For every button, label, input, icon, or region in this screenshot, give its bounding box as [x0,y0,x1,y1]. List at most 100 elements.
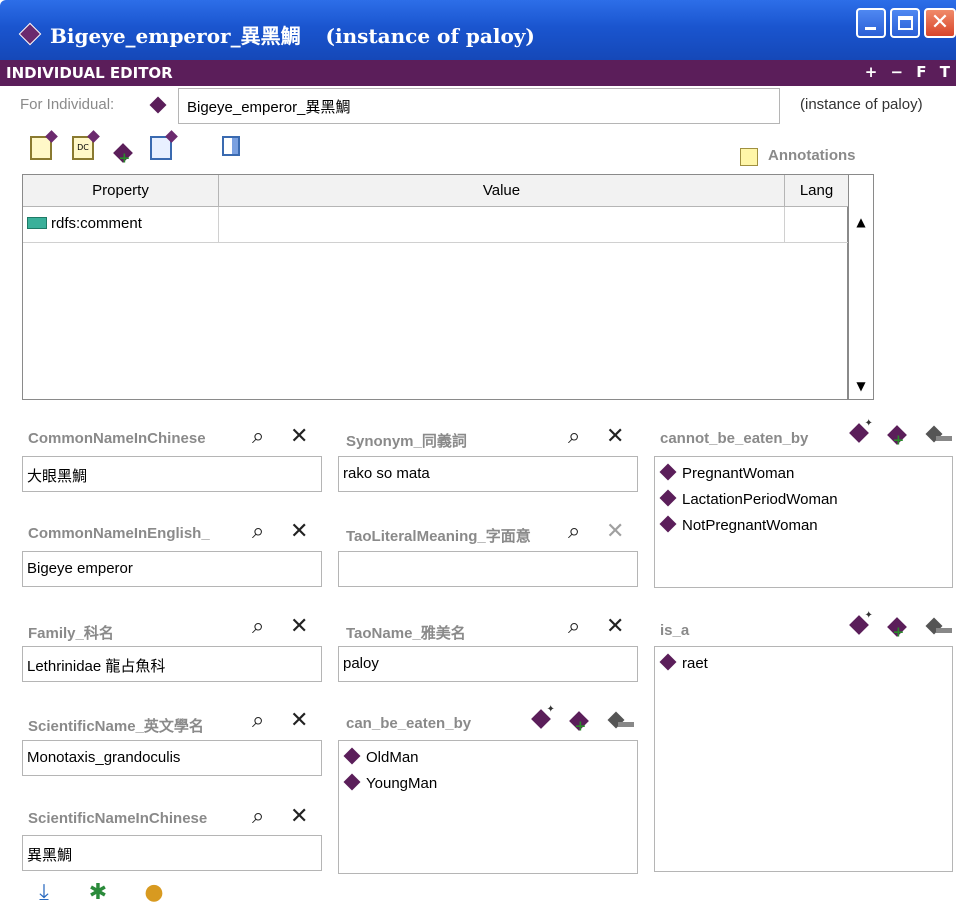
create-instance-icon[interactable] [531,709,551,729]
scientific-name-chinese-label: ScientificNameInChinese [28,810,208,827]
can-be-eaten-by-label: can_be_eaten_by [346,715,472,732]
scientific-name-field[interactable]: Monotaxis_grandoculis [22,740,322,776]
bug-icon[interactable]: ✱ [84,880,112,908]
is-a-label: is_a [660,622,690,639]
tao-name-field[interactable]: paloy [338,646,638,682]
table-row[interactable]: rdfs:comment [23,207,848,243]
individual-diamond-icon [149,96,167,114]
column-header-property[interactable]: Property [23,175,219,207]
create-instance-icon[interactable] [849,423,869,443]
window-title: Bigeye_emperor_異黑鯛 (instance of paloy) [50,20,535,49]
column-toggle-button[interactable] [222,136,248,162]
lang-cell[interactable] [785,207,849,243]
table-scrollbar[interactable]: ▲ ▼ [848,174,874,400]
create-datatype-icon: DC [72,136,94,160]
remove-instance-icon[interactable] [607,711,634,729]
clear-icon[interactable]: ✕ [606,614,624,639]
search-icon[interactable]: ⌕ [568,519,580,544]
common-name-english-label: CommonNameInEnglish_ [28,525,210,542]
common-name-english-field[interactable]: Bigeye emperor [22,551,322,587]
search-icon[interactable]: ⌕ [252,804,264,829]
cannot-be-eaten-by-list[interactable]: PregnantWoman LactationPeriodWoman NotPr… [654,456,953,588]
create-datatype-button[interactable]: DC [72,136,98,162]
instance-diamond-icon [659,463,677,481]
annotation-note-icon [740,148,758,166]
column-toggle-icon [222,136,240,156]
create-instance-icon[interactable]: ● [140,880,168,908]
instance-diamond-icon [343,773,361,791]
delete-value-button[interactable] [150,136,176,162]
can-be-eaten-by-list[interactable]: OldMan YoungMan [338,740,638,874]
add-value-icon [113,143,133,163]
instance-diamond-icon [659,489,677,507]
add-instance-icon[interactable] [887,617,907,637]
close-icon: ✕ [930,10,950,35]
individual-diamond-icon [18,22,42,46]
search-icon[interactable]: ⌕ [252,614,264,639]
value-cell[interactable] [219,207,785,243]
tao-literal-meaning-label: TaoLiteralMeaning_字面意 [346,528,531,545]
window-title-suffix: (instance of paloy) [325,24,535,48]
clear-icon[interactable]: ✕ [290,708,308,733]
create-instance-icon[interactable] [849,615,869,635]
list-item[interactable]: YoungMan [343,771,633,797]
tao-name-label: TaoName_雅美名 [346,625,466,642]
maximize-button[interactable] [890,8,920,38]
scroll-up-arrow-icon[interactable]: ▲ [850,211,872,233]
scientific-name-chinese-field[interactable]: 異黑鯛 [22,835,322,871]
editor-header: INDIVIDUAL EDITOR + − F T [0,60,956,86]
title-bar[interactable]: Bigeye_emperor_異黑鯛 (instance of paloy) ✕ [0,0,956,60]
column-header-lang[interactable]: Lang [785,175,849,207]
common-name-chinese-field[interactable]: 大眼黑鯛 [22,456,322,492]
remove-instance-icon[interactable] [925,425,952,443]
instance-of-label: (instance of paloy) [800,96,923,113]
search-icon[interactable]: ⌕ [568,614,580,639]
window-title-name: Bigeye_emperor_異黑鯛 [50,24,301,48]
tao-literal-meaning-field[interactable] [338,551,638,587]
for-individual-label: For Individual: [20,96,115,113]
clear-icon[interactable]: ✕ [290,614,308,639]
clear-icon[interactable]: ✕ [290,804,308,829]
minimize-button[interactable] [856,8,886,38]
synonym-label: Synonym_同義詞 [346,433,467,450]
is-a-list[interactable]: raet [654,646,953,872]
list-item[interactable]: raet [659,651,948,677]
download-icon[interactable]: ⤓ [30,880,58,908]
synonym-field[interactable]: rako so mata [338,456,638,492]
search-icon[interactable]: ⌕ [252,708,264,733]
instance-diamond-icon [659,515,677,533]
family-field[interactable]: Lethrinidae 龍占魚科 [22,646,322,682]
editor-header-actions[interactable]: + − F T [865,63,954,81]
add-instance-icon[interactable] [569,711,589,731]
scroll-down-arrow-icon[interactable]: ▼ [850,375,872,397]
property-name: rdfs:comment [51,215,142,232]
clear-icon[interactable]: ✕ [606,424,624,449]
minimize-icon [865,27,876,30]
instance-diamond-icon [343,747,361,765]
annotations-label: Annotations [768,147,856,164]
add-value-button[interactable] [112,136,138,163]
search-icon[interactable]: ⌕ [252,519,264,544]
class-diamond-icon [659,653,677,671]
family-label: Family_科名 [28,625,114,642]
list-item[interactable]: NotPregnantWoman [659,513,948,539]
remove-instance-icon[interactable] [925,617,952,635]
for-individual-field[interactable]: Bigeye_emperor_異黑鯛 [178,88,780,124]
list-item[interactable]: LactationPeriodWoman [659,487,948,513]
search-icon[interactable]: ⌕ [568,424,580,449]
search-icon[interactable]: ⌕ [252,424,264,449]
add-instance-icon[interactable] [887,425,907,445]
clear-icon[interactable]: ✕ [290,424,308,449]
close-button[interactable]: ✕ [924,8,956,38]
column-header-value[interactable]: Value [219,175,785,207]
clear-icon[interactable]: ✕ [606,519,624,544]
list-item[interactable]: OldMan [343,745,633,771]
clear-icon[interactable]: ✕ [290,519,308,544]
delete-value-icon [150,136,172,160]
create-property-button[interactable] [30,136,56,162]
list-item[interactable]: PregnantWoman [659,461,948,487]
common-name-chinese-label: CommonNameInChinese [28,430,206,447]
property-table[interactable]: Property Value Lang rdfs:comment [22,174,849,400]
cannot-be-eaten-by-label: cannot_be_eaten_by [660,430,809,447]
property-cell[interactable]: rdfs:comment [23,207,219,243]
